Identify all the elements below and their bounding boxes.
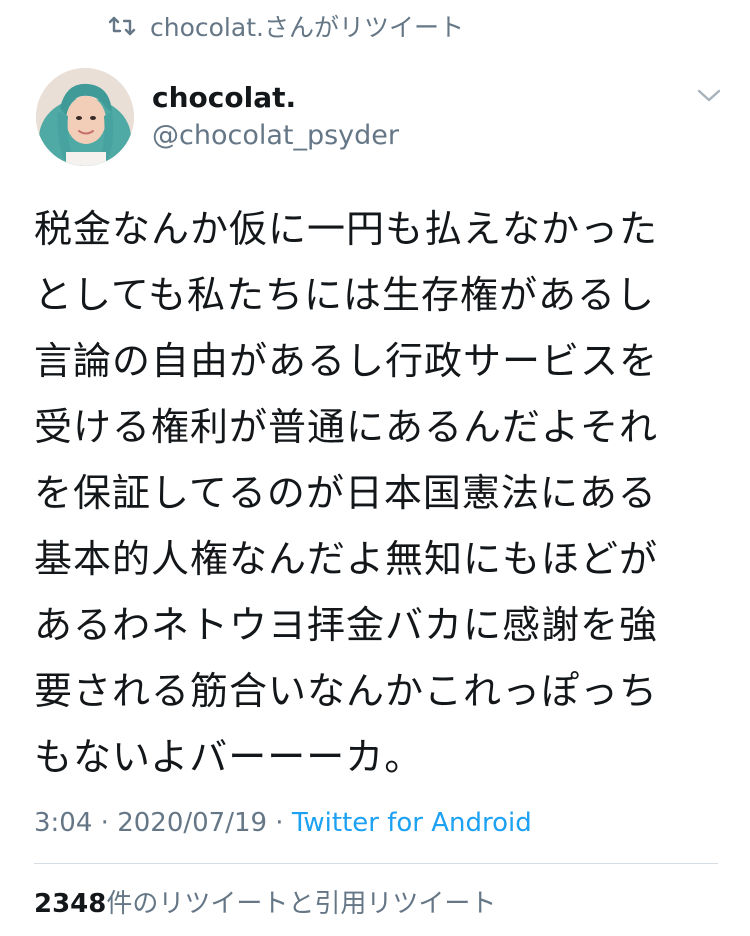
avatar[interactable] bbox=[36, 68, 134, 166]
tweet-text-line: 言論の自由があるし行政サービスを bbox=[34, 339, 659, 383]
tweet-meta: 3:04 · 2020/07/19 · Twitter for Android bbox=[34, 806, 532, 840]
retweet-icon bbox=[108, 16, 136, 36]
retweet-stats[interactable]: 2348件のリツイートと引用リツイート bbox=[34, 886, 496, 922]
meta-separator: · bbox=[267, 808, 292, 838]
user-handle[interactable]: @chocolat_psyder bbox=[152, 118, 399, 154]
tweet-source-link[interactable]: Twitter for Android bbox=[292, 808, 532, 838]
retweet-count: 2348 bbox=[34, 889, 107, 919]
retweet-context-text: chocolat.さんがリツイート bbox=[150, 13, 464, 42]
divider bbox=[34, 863, 718, 864]
tweet-text-line: 要される筋合いなんかこれっぽっち bbox=[34, 669, 659, 713]
tweet-date[interactable]: 2020/07/19 bbox=[117, 808, 267, 838]
retweet-label: 件のリツイートと引用リツイート bbox=[106, 889, 497, 919]
tweet-text-line: あるわネトウヨ拝金バカに感謝を強 bbox=[34, 603, 659, 647]
tweet-text: 税金なんか仮に一円も払えなかった としても私たちには生存権があるし 言論の自由が… bbox=[34, 196, 724, 790]
chevron-down-icon[interactable] bbox=[696, 88, 722, 104]
tweet-text-line: 税金なんか仮に一円も払えなかった bbox=[34, 207, 659, 251]
tweet-text-line: を保証してるのが日本国憲法にある bbox=[34, 471, 657, 515]
tweet-text-line: 基本的人権なんだよ無知にもほどが bbox=[34, 537, 659, 581]
display-name[interactable]: chocolat. bbox=[152, 80, 399, 116]
tweet-text-line: もないよバーーーカ。 bbox=[34, 735, 424, 779]
avatar-photo bbox=[36, 68, 134, 166]
author-block[interactable]: chocolat. @chocolat_psyder bbox=[152, 80, 399, 154]
tweet-text-line: としても私たちには生存権があるし bbox=[34, 273, 655, 317]
retweet-context[interactable]: chocolat.さんがリツイート bbox=[108, 8, 464, 44]
tweet-text-line: 受ける権利が普通にあるんだよそれ bbox=[34, 405, 659, 449]
tweet-time[interactable]: 3:04 bbox=[34, 808, 92, 838]
meta-separator: · bbox=[92, 808, 118, 838]
